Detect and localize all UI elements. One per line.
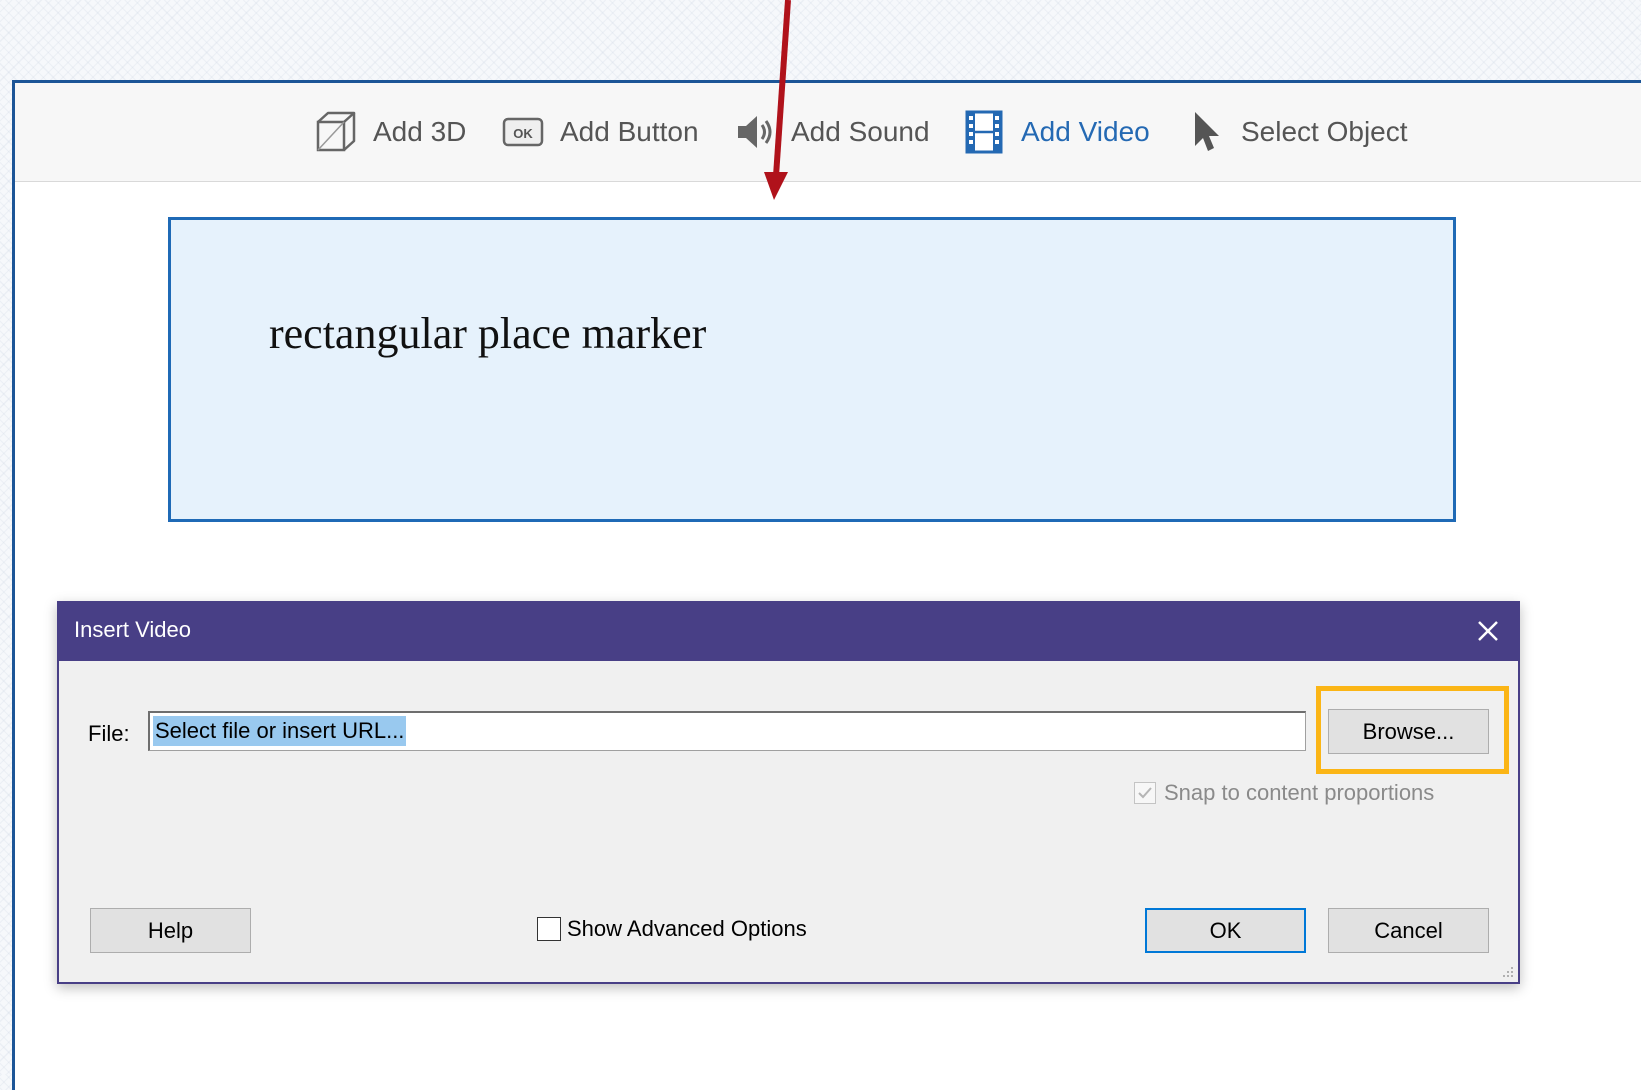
ok-button[interactable]: OK bbox=[1145, 908, 1306, 953]
show-advanced-options-label: Show Advanced Options bbox=[567, 916, 807, 941]
file-input[interactable]: Select file or insert URL... bbox=[148, 711, 1306, 751]
cancel-button[interactable]: Cancel bbox=[1328, 908, 1489, 953]
film-icon bbox=[965, 110, 1003, 154]
show-advanced-options-row[interactable]: Show Advanced Options bbox=[537, 916, 807, 942]
add-3d-label: Add 3D bbox=[373, 116, 467, 147]
browse-button[interactable]: Browse... bbox=[1328, 709, 1489, 754]
add-3d-button[interactable]: Add 3D bbox=[315, 83, 466, 181]
close-icon[interactable] bbox=[1472, 615, 1504, 647]
checkmark-icon bbox=[1138, 787, 1152, 799]
video-placeholder[interactable]: rectangular place marker bbox=[168, 217, 1456, 522]
file-label: File: bbox=[88, 721, 130, 746]
toolbar: Add 3D OK Add Button Add Sound Add Video… bbox=[15, 83, 1641, 182]
dialog-titlebar[interactable]: Insert Video bbox=[59, 603, 1518, 661]
show-advanced-options-checkbox[interactable] bbox=[537, 917, 561, 941]
annotation-arrow bbox=[764, 0, 791, 200]
svg-text:OK: OK bbox=[513, 126, 533, 141]
add-button-label: Add Button bbox=[560, 116, 699, 147]
cube-icon bbox=[315, 110, 357, 154]
select-object-button[interactable]: Select Object bbox=[1191, 83, 1408, 181]
help-button[interactable]: Help bbox=[90, 908, 251, 953]
cursor-arrow-icon bbox=[1191, 110, 1221, 154]
add-video-button[interactable]: Add Video bbox=[965, 83, 1150, 181]
snap-to-content-checkbox-row: Snap to content proportions bbox=[1134, 780, 1434, 806]
resize-grip-icon[interactable] bbox=[1501, 965, 1515, 979]
snap-to-content-checkbox bbox=[1134, 782, 1156, 804]
snap-to-content-label: Snap to content proportions bbox=[1164, 780, 1435, 805]
add-button-button[interactable]: OK Add Button bbox=[502, 83, 699, 181]
ok-button-icon: OK bbox=[502, 116, 544, 148]
dialog-title: Insert Video bbox=[74, 617, 192, 642]
file-input-value: Select file or insert URL... bbox=[153, 716, 407, 746]
placeholder-label: rectangular place marker bbox=[269, 309, 707, 358]
select-object-label: Select Object bbox=[1241, 116, 1408, 147]
insert-video-dialog: Insert Video File: Select file or insert… bbox=[57, 601, 1520, 984]
add-video-label: Add Video bbox=[1021, 116, 1150, 147]
